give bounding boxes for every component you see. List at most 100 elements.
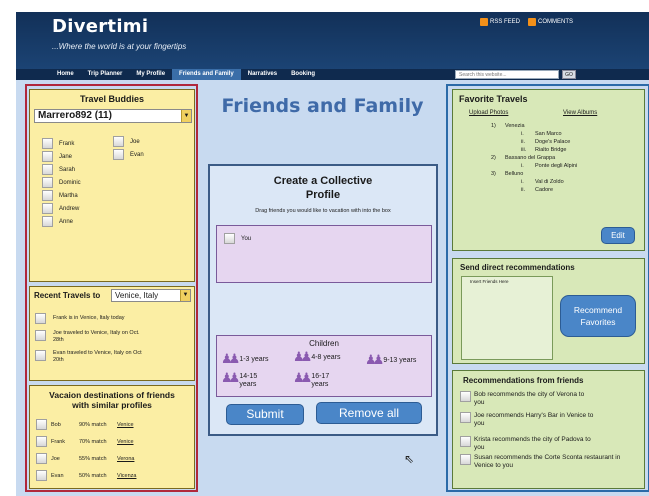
buddy-name: Dominic <box>59 179 81 186</box>
collective-title-line2: Profile <box>305 189 341 201</box>
avatar-icon <box>42 203 53 214</box>
buddy-item[interactable]: Frank <box>42 137 112 150</box>
buddy-item[interactable]: Evan <box>113 148 183 161</box>
buddy-name: Joe <box>130 138 140 145</box>
buddy-name: Jane <box>59 153 73 160</box>
favorite-travels-title: Favorite Travels <box>459 94 528 104</box>
list-item[interactable]: Susan recommends the Corte Sconta restau… <box>460 454 642 476</box>
buddy-item[interactable]: Martha <box>42 189 112 202</box>
site-brand[interactable]: Divertimi <box>52 16 148 37</box>
friend-recommendations-title: Recommendations from friends <box>463 376 584 385</box>
comments-label: COMMENTS <box>538 19 574 25</box>
sub-item[interactable]: ii. Cadore <box>491 186 577 194</box>
child-age-label: 4-8 years <box>311 353 341 361</box>
travel-buddies-title: Travel Buddies <box>79 94 145 104</box>
sub-number: ii. <box>521 187 525 193</box>
sub-number: i. <box>521 179 524 185</box>
list-item: Frank is in Venice, Italy today <box>35 313 193 330</box>
sub-number: iii. <box>521 147 527 153</box>
search-input[interactable]: Search this website... <box>455 70 559 79</box>
collective-drop-zone[interactable]: You <box>216 225 432 283</box>
friend-name: Joe <box>51 455 60 462</box>
buddy-item[interactable]: Anne <box>42 215 112 228</box>
table-row: Joe 55% match Verona <box>36 450 192 467</box>
buddy-name: Evan <box>130 151 144 158</box>
rss-feed-link[interactable]: RSS FEED <box>480 18 520 26</box>
insert-friends-field[interactable]: Insert Friends Here <box>461 276 553 360</box>
nav-booking[interactable]: Booking <box>284 69 322 80</box>
nav-my-profile[interactable]: My Profile <box>129 69 172 80</box>
submit-button[interactable]: Submit <box>226 404 304 425</box>
list-item[interactable]: Joe recommends Harry's Bar in Venice to … <box>460 412 642 436</box>
city-item[interactable]: 1) Venezia <box>491 122 577 130</box>
sub-name: Doge's Palace <box>535 139 571 145</box>
sub-item[interactable]: i. Ponte degli Alpini <box>491 162 577 170</box>
destination-link[interactable]: Verona <box>117 456 134 462</box>
recent-travels-panel: Recent Travels to Venice, Italy ▼ Frank … <box>29 286 195 381</box>
list-item[interactable]: Bob recommends the city of Verona to you <box>460 391 642 412</box>
sub-item[interactable]: iii. Rialto Bridge <box>491 146 577 154</box>
buddy-item[interactable]: Dominic <box>42 176 112 189</box>
vacation-destinations-panel: Vacaion destinations of friends with sim… <box>29 385 195 489</box>
buddy-user-select[interactable]: Marrero892 (11) ▼ <box>34 109 192 123</box>
nav-friends-and-family[interactable]: Friends and Family <box>172 69 241 80</box>
nav-home[interactable]: Home <box>50 69 81 80</box>
buddy-item[interactable]: Andrew <box>42 202 112 215</box>
recommend-label-line1: Recommend <box>573 305 623 315</box>
avatar-icon <box>460 436 471 447</box>
search-go-button[interactable]: GO <box>562 70 576 79</box>
destination-link[interactable]: Venice <box>117 439 134 445</box>
recommendation-text: Krista recommends the city of Padova to … <box>474 436 591 451</box>
avatar-icon <box>35 330 46 341</box>
child-age-9-13[interactable]: ♟♟ 9-13 years <box>365 352 416 368</box>
child-age-14-15[interactable]: ♟♟ 14-15 years <box>221 370 265 389</box>
recommend-favorites-button[interactable]: Recommend Favorites <box>560 295 636 337</box>
avatar-icon <box>224 233 235 244</box>
sub-item[interactable]: i. Val di Zoldo <box>491 178 577 186</box>
selected-user-value: Marrero892 (11) <box>38 110 112 121</box>
chevron-down-icon[interactable]: ▼ <box>181 110 191 122</box>
city-item[interactable]: 3) Belluno <box>491 170 577 178</box>
avatar-icon <box>113 136 124 147</box>
buddy-item[interactable]: Jane <box>42 150 112 163</box>
sub-item[interactable]: i. San Marco <box>491 130 577 138</box>
buddy-list-col1: Frank Jane Sarah Dominic Martha Andrew A… <box>42 137 112 228</box>
avatar-icon <box>42 216 53 227</box>
rss-feed-label: RSS FEED <box>490 19 521 25</box>
edit-button[interactable]: Edit <box>601 227 635 244</box>
city-name: Venezia <box>505 123 525 129</box>
vacation-list: Bob 90% match Venice Frank 70% match Venice … <box>36 416 192 484</box>
insert-friends-placeholder: Insert Friends Here <box>470 279 509 284</box>
view-albums-link[interactable]: View Albums <box>563 110 597 116</box>
list-item[interactable]: Krista recommends the city of Padova to … <box>460 436 642 454</box>
child-age-4-8[interactable]: ♟♟ 4-8 years <box>293 349 341 365</box>
buddy-name: Andrew <box>59 205 80 212</box>
destination-link[interactable]: Venice <box>117 422 134 428</box>
avatar-icon <box>42 190 53 201</box>
recommend-label-line2: Favorites <box>580 317 616 327</box>
buddy-item[interactable]: Sarah <box>42 163 112 176</box>
avatar-icon <box>460 454 471 465</box>
drop-zone-member[interactable]: You <box>224 233 431 244</box>
remove-all-button[interactable]: Remove all <box>316 402 422 424</box>
destination-link[interactable]: Vicenza <box>117 473 136 479</box>
city-name: Bassano del Grappa <box>505 155 556 161</box>
avatar-icon <box>42 138 53 149</box>
city-select[interactable]: Venice, Italy ▼ <box>111 289 191 302</box>
comments-feed-link[interactable]: COMMENTS <box>528 18 573 26</box>
direct-recommendations-panel: Send direct recommendations Insert Frien… <box>452 258 645 364</box>
child-age-16-17[interactable]: ♟♟ 16-17 years <box>293 370 337 389</box>
avatar-icon <box>35 313 46 324</box>
upload-photos-link[interactable]: Upload Photos <box>469 110 508 116</box>
chevron-down-icon[interactable]: ▼ <box>180 290 190 301</box>
buddy-item[interactable]: Joe <box>113 135 183 148</box>
city-item[interactable]: 2) Bassano del Grappa <box>491 154 577 162</box>
city-number: 1) <box>491 123 496 129</box>
nav-trip-planner[interactable]: Trip Planner <box>81 69 130 80</box>
avatar-icon <box>35 350 46 361</box>
direct-recommendations-title: Send direct recommendations <box>460 263 575 272</box>
nav-narratives[interactable]: Narratives <box>241 69 284 80</box>
buddy-name: Frank <box>59 140 75 147</box>
child-age-1-3[interactable]: ♟♟ 1-3 years <box>221 351 269 367</box>
sub-item[interactable]: ii. Doge's Palace <box>491 138 577 146</box>
